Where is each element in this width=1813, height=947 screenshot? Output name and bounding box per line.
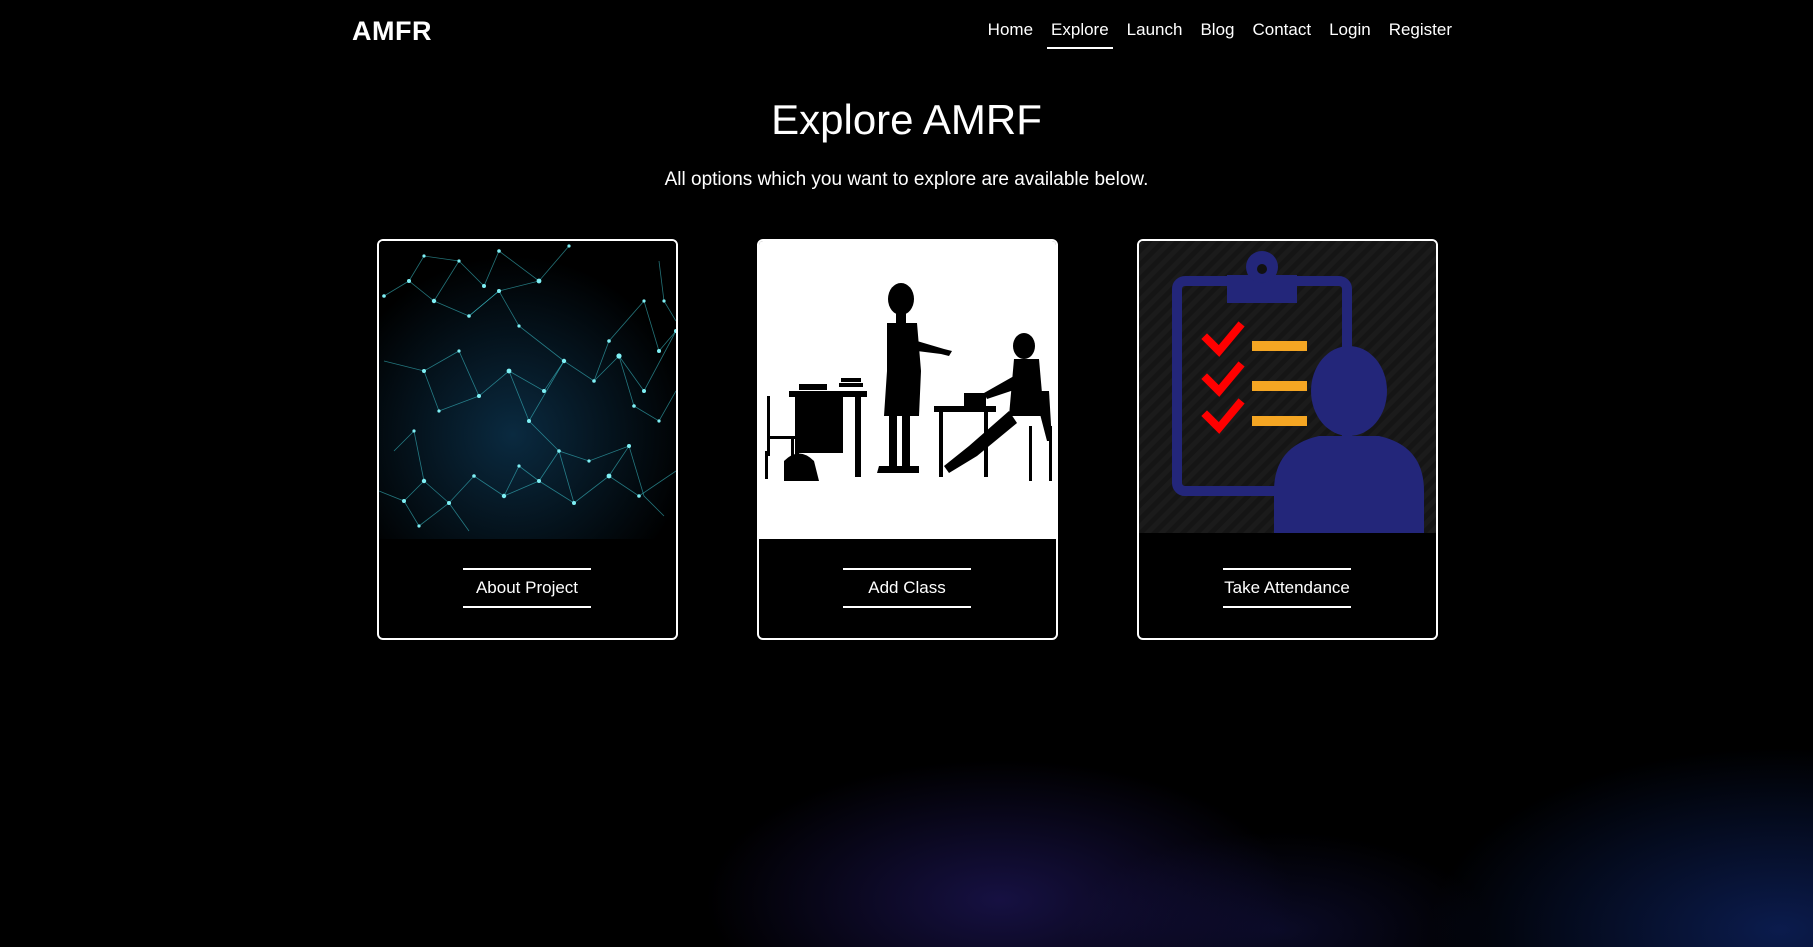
nav-item-contact[interactable]: Contact	[1243, 19, 1320, 49]
attendance-clipboard-icon	[1139, 241, 1436, 539]
nav-item-home[interactable]: Home	[979, 19, 1042, 49]
add-class-button[interactable]: Add Class	[843, 568, 971, 608]
nav-item-explore[interactable]: Explore	[1042, 19, 1118, 49]
nav-item-login[interactable]: Login	[1320, 19, 1380, 49]
main-nav: Home Explore Launch Blog Contact Login R…	[979, 19, 1461, 49]
about-project-button[interactable]: About Project	[463, 568, 591, 608]
nav-item-launch[interactable]: Launch	[1118, 19, 1192, 49]
brand-logo[interactable]: AMFR	[352, 16, 432, 47]
card-about-project: About Project	[377, 239, 678, 640]
page-subtitle: All options which you want to explore ar…	[664, 169, 1149, 190]
take-attendance-button[interactable]: Take Attendance	[1223, 568, 1351, 608]
nav-item-blog[interactable]: Blog	[1191, 19, 1243, 49]
card-add-class: Add Class	[757, 239, 1058, 640]
page-title: Explore AMRF	[771, 96, 1042, 143]
network-mesh-image	[379, 241, 676, 539]
teacher-student-silhouette-image	[759, 241, 1056, 539]
nav-item-register[interactable]: Register	[1380, 19, 1461, 49]
page: AMFR Home Explore Launch Blog Contact Lo…	[0, 0, 1813, 947]
card-take-attendance: Take Attendance	[1137, 239, 1438, 640]
